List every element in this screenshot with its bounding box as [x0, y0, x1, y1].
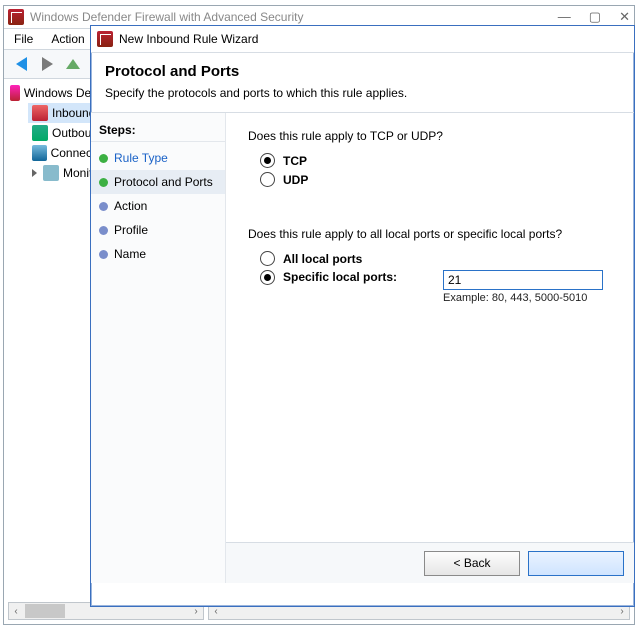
scroll-right-icon: › — [189, 606, 203, 617]
radio-tcp-row[interactable]: TCP — [260, 153, 620, 168]
protocol-question: Does this rule apply to TCP or UDP? — [248, 129, 620, 143]
nav-forward-button[interactable] — [36, 53, 58, 75]
bg-close-button[interactable]: ✕ — [619, 9, 630, 25]
inbound-icon — [32, 105, 48, 121]
wizard-page-subheading: Specify the protocols and ports to which… — [105, 86, 620, 100]
radio-tcp-label: TCP — [283, 154, 307, 168]
step-bullet-icon — [99, 202, 108, 211]
monitoring-icon — [43, 165, 59, 181]
step-action[interactable]: Action — [91, 194, 225, 218]
outbound-icon — [32, 125, 48, 141]
radio-all-ports-row[interactable]: All local ports — [260, 251, 620, 266]
ports-question: Does this rule apply to all local ports … — [248, 227, 620, 241]
wizard-title: New Inbound Rule Wizard — [119, 32, 258, 46]
step-label: Name — [114, 247, 146, 261]
step-label: Rule Type — [114, 151, 168, 165]
radio-specific-ports-label: Specific local ports: — [283, 270, 423, 284]
nav-up-button[interactable] — [62, 53, 84, 75]
shield-icon — [10, 85, 20, 101]
radio-specific-ports[interactable] — [260, 270, 275, 285]
ports-example-text: Example: 80, 443, 5000-5010 — [443, 292, 587, 304]
radio-tcp[interactable] — [260, 153, 275, 168]
scroll-left-icon: ‹ — [9, 606, 23, 617]
step-label: Action — [114, 199, 147, 213]
menu-action[interactable]: Action — [51, 32, 84, 46]
step-label: Profile — [114, 223, 148, 237]
radio-udp-label: UDP — [283, 173, 308, 187]
wizard-footer: < Back — [226, 542, 634, 583]
step-rule-type[interactable]: Rule Type — [91, 146, 225, 170]
arrow-up-icon — [66, 59, 80, 69]
radio-udp-row[interactable]: UDP — [260, 172, 620, 187]
specific-ports-input[interactable] — [443, 270, 603, 290]
bg-maximize-button[interactable]: ▢ — [589, 9, 601, 25]
firewall-icon — [8, 9, 24, 25]
back-button-label: < Back — [453, 556, 490, 570]
arrow-right-icon — [42, 57, 53, 71]
step-bullet-icon — [99, 178, 108, 187]
step-label: Protocol and Ports — [114, 175, 213, 189]
step-bullet-icon — [99, 226, 108, 235]
menu-file[interactable]: File — [14, 32, 33, 46]
arrow-left-icon — [16, 57, 27, 71]
step-bullet-icon — [99, 154, 108, 163]
wizard-page-heading: Protocol and Ports — [105, 63, 620, 80]
wizard-steps-panel: Steps: Rule Type Protocol and Ports Acti… — [91, 113, 226, 583]
firewall-icon — [97, 31, 113, 47]
step-protocol-ports[interactable]: Protocol and Ports — [91, 170, 225, 194]
wizard-titlebar: New Inbound Rule Wizard — [91, 26, 634, 53]
wizard-header: Protocol and Ports Specify the protocols… — [91, 53, 634, 113]
step-name[interactable]: Name — [91, 242, 225, 266]
scroll-right-icon: › — [615, 606, 629, 617]
scrollbar-thumb[interactable] — [25, 604, 65, 618]
next-button[interactable] — [528, 551, 624, 576]
step-profile[interactable]: Profile — [91, 218, 225, 242]
wizard-content: Does this rule apply to TCP or UDP? TCP … — [226, 113, 634, 583]
radio-specific-ports-row[interactable]: Specific local ports: Example: 80, 443, … — [260, 270, 620, 304]
steps-header: Steps: — [91, 119, 225, 142]
back-button[interactable]: < Back — [424, 551, 520, 576]
radio-all-ports[interactable] — [260, 251, 275, 266]
step-bullet-icon — [99, 250, 108, 259]
bg-window-title: Windows Defender Firewall with Advanced … — [30, 10, 303, 24]
nav-back-button[interactable] — [10, 53, 32, 75]
radio-udp[interactable] — [260, 172, 275, 187]
connection-icon — [32, 145, 47, 161]
bg-minimize-button[interactable]: — — [558, 9, 571, 25]
scroll-left-icon: ‹ — [209, 606, 223, 617]
radio-all-ports-label: All local ports — [283, 252, 362, 266]
inbound-rule-wizard: New Inbound Rule Wizard Protocol and Por… — [90, 25, 635, 607]
chevron-right-icon — [32, 169, 37, 177]
